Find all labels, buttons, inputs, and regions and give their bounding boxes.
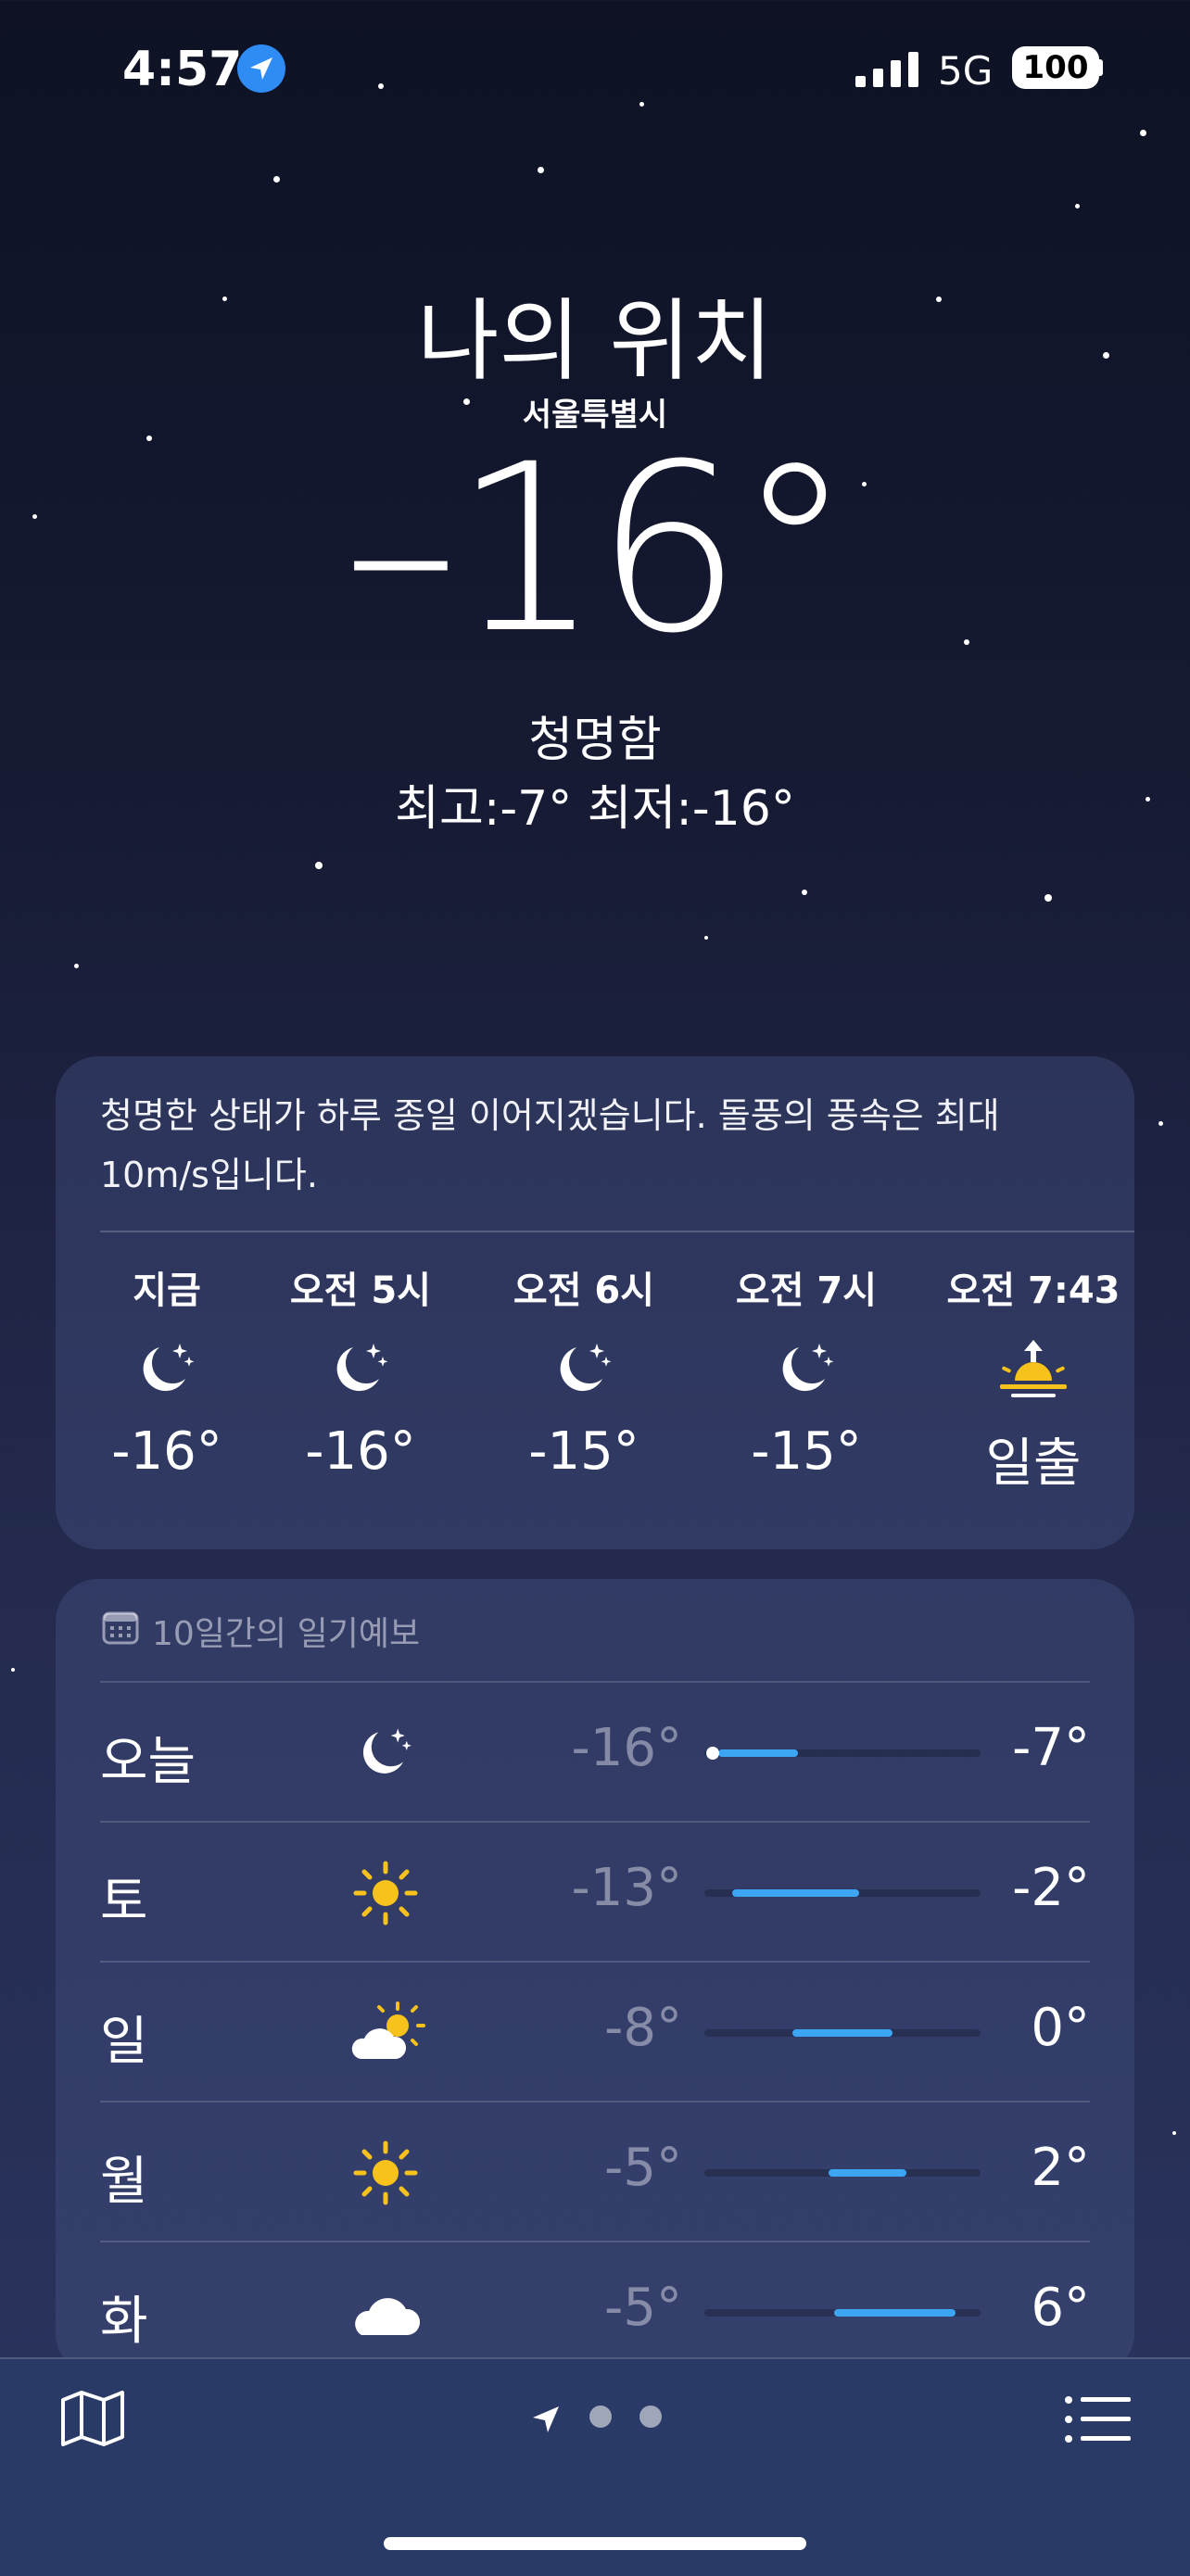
hour-time: 오전 7:43 bbox=[946, 1269, 1120, 1312]
forecast-low: -8° bbox=[604, 1998, 682, 2058]
forecast-day: 토 bbox=[100, 1872, 148, 1932]
forecast-day: 월 bbox=[100, 2152, 148, 2212]
cloud-icon bbox=[341, 2268, 430, 2357]
moon-stars-icon bbox=[341, 1709, 430, 1798]
ten-day-forecast-card[interactable]: 10일간의 일기예보 오늘 -16° -7° 토 -13° -2° 일 -8° … bbox=[56, 1579, 1134, 2376]
forecast-low: -13° bbox=[571, 1858, 682, 1918]
forecast-row[interactable]: 오늘 -16° -7° bbox=[100, 1681, 1090, 1823]
location-title: 나의 위치 bbox=[417, 289, 773, 393]
moon-stars-icon bbox=[473, 1325, 695, 1414]
forecast-day: 일 bbox=[100, 2012, 148, 2072]
temp-range-bar bbox=[704, 1747, 981, 1760]
temp-range-bar bbox=[704, 2169, 981, 2177]
temp-range-bar bbox=[704, 1889, 981, 1897]
page-indicator-dot[interactable] bbox=[589, 2406, 612, 2428]
temp-range-fill bbox=[731, 1889, 859, 1897]
hour-temp: -16° bbox=[305, 1421, 416, 1482]
hourly-forecast-card[interactable]: 청명한 상태가 하루 종일 이어지겠습니다. 돌풍의 풍속은 최대 10m/s입… bbox=[56, 1056, 1134, 1549]
partly-cloudy-icon bbox=[341, 1989, 430, 2077]
temp-range-fill bbox=[792, 2029, 892, 2037]
moon-stars-icon bbox=[695, 1325, 918, 1414]
forecast-high: -2° bbox=[1012, 1858, 1090, 1918]
forecast-day: 화 bbox=[100, 2292, 148, 2352]
page-indicator-location-icon[interactable] bbox=[530, 2404, 562, 2435]
home-indicator[interactable] bbox=[384, 2537, 806, 2550]
hour-temp: -15° bbox=[528, 1421, 639, 1482]
temp-range-fill bbox=[717, 1749, 799, 1757]
forecast-low: -16° bbox=[571, 1718, 682, 1778]
moon-stars-icon bbox=[249, 1325, 472, 1414]
status-time: 4:57 bbox=[122, 42, 243, 97]
cellular-signal-icon bbox=[855, 52, 918, 87]
hour-time: 지금 bbox=[133, 1269, 201, 1312]
hour-item: 오전 7시 -15° bbox=[695, 1260, 918, 1482]
current-temp-marker bbox=[706, 1747, 719, 1760]
forecast-high: 6° bbox=[1031, 2278, 1090, 2338]
forecast-header: 10일간의 일기예보 bbox=[102, 1607, 420, 1655]
forecast-row[interactable]: 월 -5° 2° bbox=[100, 2101, 1090, 2242]
forecast-row[interactable]: 토 -13° -2° bbox=[100, 1821, 1090, 1963]
hour-temp: -16° bbox=[111, 1421, 222, 1482]
forecast-high: 2° bbox=[1031, 2138, 1090, 2198]
hour-time: 오전 7시 bbox=[735, 1269, 878, 1312]
forecast-day: 오늘 bbox=[100, 1732, 196, 1792]
temp-range-bar bbox=[704, 2309, 981, 2317]
hour-time: 오전 5시 bbox=[289, 1269, 432, 1312]
forecast-high: -7° bbox=[1012, 1718, 1090, 1778]
summary-text: 청명한 상태가 하루 종일 이어지겠습니다. 돌풍의 풍속은 최대 10m/s입… bbox=[100, 1095, 1000, 1195]
forecast-low: -5° bbox=[604, 2138, 682, 2198]
battery-icon: 100 bbox=[1012, 46, 1099, 89]
divider bbox=[100, 1231, 1134, 1232]
temp-range-bar bbox=[704, 2029, 981, 2037]
hour-time: 오전 6시 bbox=[513, 1269, 655, 1312]
current-temperature: –16° bbox=[342, 414, 853, 684]
hour-item: 지금 -16° bbox=[56, 1260, 278, 1482]
hour-temp: -15° bbox=[751, 1421, 862, 1482]
condition-label: 청명함 bbox=[528, 713, 662, 768]
location-arrow-icon bbox=[237, 44, 285, 93]
hour-temp: 일출 bbox=[985, 1433, 1082, 1494]
temp-range-fill bbox=[829, 2169, 906, 2177]
battery-tip bbox=[1097, 59, 1103, 76]
network-type: 5G bbox=[938, 48, 994, 94]
forecast-row[interactable]: 일 -8° 0° bbox=[100, 1961, 1090, 2102]
forecast-row[interactable]: 화 -5° 6° bbox=[100, 2241, 1090, 2376]
page-indicator-dot[interactable] bbox=[639, 2406, 662, 2428]
forecast-header-label: 10일간의 일기예보 bbox=[152, 1615, 421, 1653]
forecast-high: 0° bbox=[1031, 1998, 1090, 2058]
high-low-label: 최고:-7° 최저:-16° bbox=[395, 781, 795, 837]
forecast-low: -5° bbox=[604, 2278, 682, 2338]
hour-item: 오전 5시 -16° bbox=[249, 1260, 472, 1482]
moon-stars-icon bbox=[56, 1325, 278, 1414]
hour-item: 오전 6시 -15° bbox=[473, 1260, 695, 1482]
temp-range-fill bbox=[834, 2309, 956, 2317]
map-icon[interactable] bbox=[59, 2389, 126, 2448]
hour-item: 오전 7:43 일출 bbox=[922, 1260, 1134, 1496]
sun-icon bbox=[341, 2128, 430, 2217]
sunrise-icon bbox=[922, 1325, 1134, 1414]
list-icon[interactable] bbox=[1064, 2394, 1131, 2444]
calendar-icon bbox=[102, 1610, 139, 1653]
sun-icon bbox=[341, 1849, 430, 1938]
